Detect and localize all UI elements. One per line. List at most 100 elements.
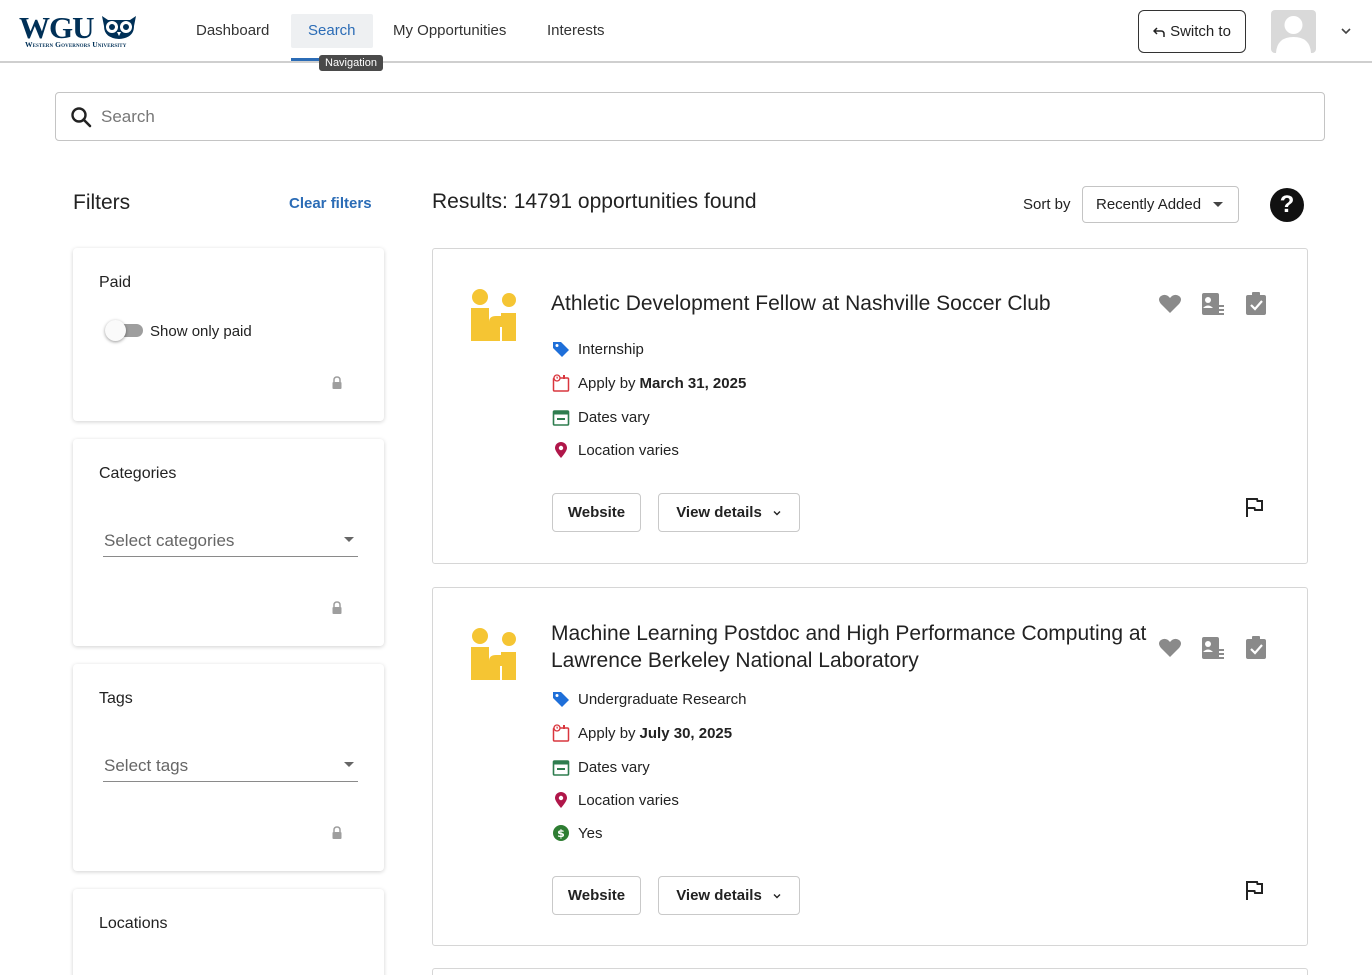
- dollar-circle-icon: $: [553, 825, 569, 841]
- opportunity-card: [432, 968, 1308, 975]
- card-actions: [1155, 291, 1267, 317]
- nav-my-opportunities[interactable]: My Opportunities: [376, 14, 523, 48]
- report-flag-icon[interactable]: [1244, 496, 1264, 518]
- show-only-paid-toggle[interactable]: [105, 320, 143, 341]
- apply-by-date: July 30, 2025: [639, 724, 733, 742]
- tags-filter-card: Tags Select tags: [73, 664, 384, 871]
- categories-filter-card: Categories Select categories: [73, 439, 384, 646]
- view-details-label: View details: [676, 504, 762, 521]
- lock-icon: [332, 376, 342, 389]
- apply-by-date: March 31, 2025: [639, 374, 747, 392]
- resume-list-icon[interactable]: [1200, 291, 1226, 317]
- card-actions: [1155, 635, 1267, 661]
- owl-icon: [102, 16, 136, 39]
- location-pin-icon: [555, 792, 567, 808]
- lock-icon: [332, 826, 342, 839]
- search-input[interactable]: [101, 103, 1301, 131]
- report-flag-icon[interactable]: [1244, 879, 1264, 901]
- filters-title: Filters: [73, 191, 131, 214]
- top-navigation-bar: WGU Western Governors University Dashboa…: [0, 0, 1372, 63]
- website-button[interactable]: Website: [552, 493, 641, 532]
- opportunity-title[interactable]: Athletic Development Fellow at Nashville…: [551, 290, 1151, 317]
- location-pin-icon: [555, 442, 567, 458]
- clear-filters-link[interactable]: Clear filters: [289, 195, 372, 212]
- paid-filter-card: Paid Show only paid: [73, 248, 384, 421]
- dropdown-caret-icon: [344, 762, 354, 767]
- clipboard-check-icon[interactable]: [1243, 635, 1269, 661]
- opportunity-card: Machine Learning Postdoc and High Perfor…: [432, 587, 1308, 946]
- toggle-knob: [105, 320, 126, 341]
- search-bar[interactable]: [55, 92, 1325, 141]
- view-details-button[interactable]: View details: [658, 876, 800, 915]
- apply-by-prefix: Apply by: [578, 374, 636, 392]
- location-text: Location varies: [578, 441, 679, 459]
- handshake-logo-icon: [471, 289, 516, 341]
- apply-by-row: Apply by March 31, 2025: [552, 372, 746, 394]
- categories-select-placeholder: Select categories: [104, 531, 235, 550]
- dates-row: Dates vary: [552, 406, 650, 428]
- show-only-paid-label: Show only paid: [150, 323, 252, 340]
- opportunity-type: Undergraduate Research: [578, 690, 747, 708]
- website-button-label: Website: [567, 504, 626, 521]
- categories-filter-title: Categories: [99, 465, 177, 482]
- lock-icon: [332, 601, 342, 614]
- svg-text:$: $: [557, 827, 565, 840]
- sort-by-label: Sort by: [1023, 196, 1071, 213]
- apply-by-row: Apply by July 30, 2025: [552, 722, 732, 744]
- calendar-icon: [552, 410, 570, 426]
- favorite-heart-icon[interactable]: [1157, 635, 1183, 661]
- paid-filter-title: Paid: [99, 274, 132, 291]
- calendar-icon: [552, 760, 570, 776]
- dropdown-caret-icon: [344, 537, 354, 542]
- results-count-title: Results: 14791 opportunities found: [432, 190, 757, 213]
- chevron-down-icon[interactable]: [1337, 22, 1355, 40]
- tag-icon: [553, 342, 569, 357]
- nav-interests[interactable]: Interests: [530, 14, 622, 48]
- avatar[interactable]: [1271, 10, 1316, 53]
- tag-icon: [553, 692, 569, 707]
- nav-search[interactable]: Search: [291, 14, 373, 48]
- tags-select[interactable]: Select tags: [103, 750, 358, 782]
- calendar-alarm-icon: [552, 724, 570, 742]
- search-icon: [71, 107, 92, 128]
- navigation-tooltip: Navigation: [319, 55, 383, 71]
- wgu-logo[interactable]: WGU Western Governors University: [19, 10, 141, 52]
- opportunity-type-row: Undergraduate Research: [552, 688, 746, 710]
- dates-text: Dates vary: [578, 408, 650, 426]
- opportunity-card: Athletic Development Fellow at Nashville…: [432, 248, 1308, 564]
- sort-by-value: Recently Added: [1096, 196, 1202, 213]
- view-details-label: View details: [676, 887, 762, 904]
- website-button[interactable]: Website: [552, 876, 641, 915]
- logo-subtitle: Western Governors University: [25, 40, 127, 49]
- help-button[interactable]: ?: [1270, 188, 1304, 222]
- calendar-alarm-icon: [552, 374, 570, 392]
- tags-filter-title: Tags: [99, 690, 133, 707]
- favorite-heart-icon[interactable]: [1157, 291, 1183, 317]
- location-text: Location varies: [578, 791, 679, 809]
- opportunity-type-row: Internship: [552, 338, 644, 360]
- locations-filter-card: Locations: [73, 889, 384, 975]
- sort-by-select[interactable]: Recently Added: [1082, 186, 1239, 223]
- dates-text: Dates vary: [578, 758, 650, 776]
- return-arrow-icon: [1153, 26, 1165, 37]
- location-row: Location varies: [552, 439, 679, 461]
- user-silhouette-icon: [1276, 16, 1311, 53]
- tags-select-placeholder: Select tags: [104, 756, 189, 775]
- location-row: Location varies: [552, 789, 679, 811]
- chevron-down-icon: [773, 893, 781, 898]
- clipboard-check-icon[interactable]: [1243, 291, 1269, 317]
- paid-text: Yes: [578, 824, 603, 842]
- switch-to-button[interactable]: Switch to: [1138, 10, 1246, 53]
- website-button-label: Website: [567, 887, 626, 904]
- chevron-down-icon: [773, 510, 781, 515]
- locations-filter-title: Locations: [99, 915, 168, 932]
- view-details-button[interactable]: View details: [658, 493, 800, 532]
- categories-select[interactable]: Select categories: [103, 525, 358, 557]
- opportunity-title[interactable]: Machine Learning Postdoc and High Perfor…: [551, 620, 1151, 674]
- nav-dashboard[interactable]: Dashboard: [179, 14, 286, 48]
- apply-by-prefix: Apply by: [578, 724, 636, 742]
- opportunity-type: Internship: [578, 340, 644, 358]
- resume-list-icon[interactable]: [1200, 635, 1226, 661]
- switch-to-label: Switch to: [1170, 23, 1231, 40]
- dropdown-caret-icon: [1213, 202, 1223, 207]
